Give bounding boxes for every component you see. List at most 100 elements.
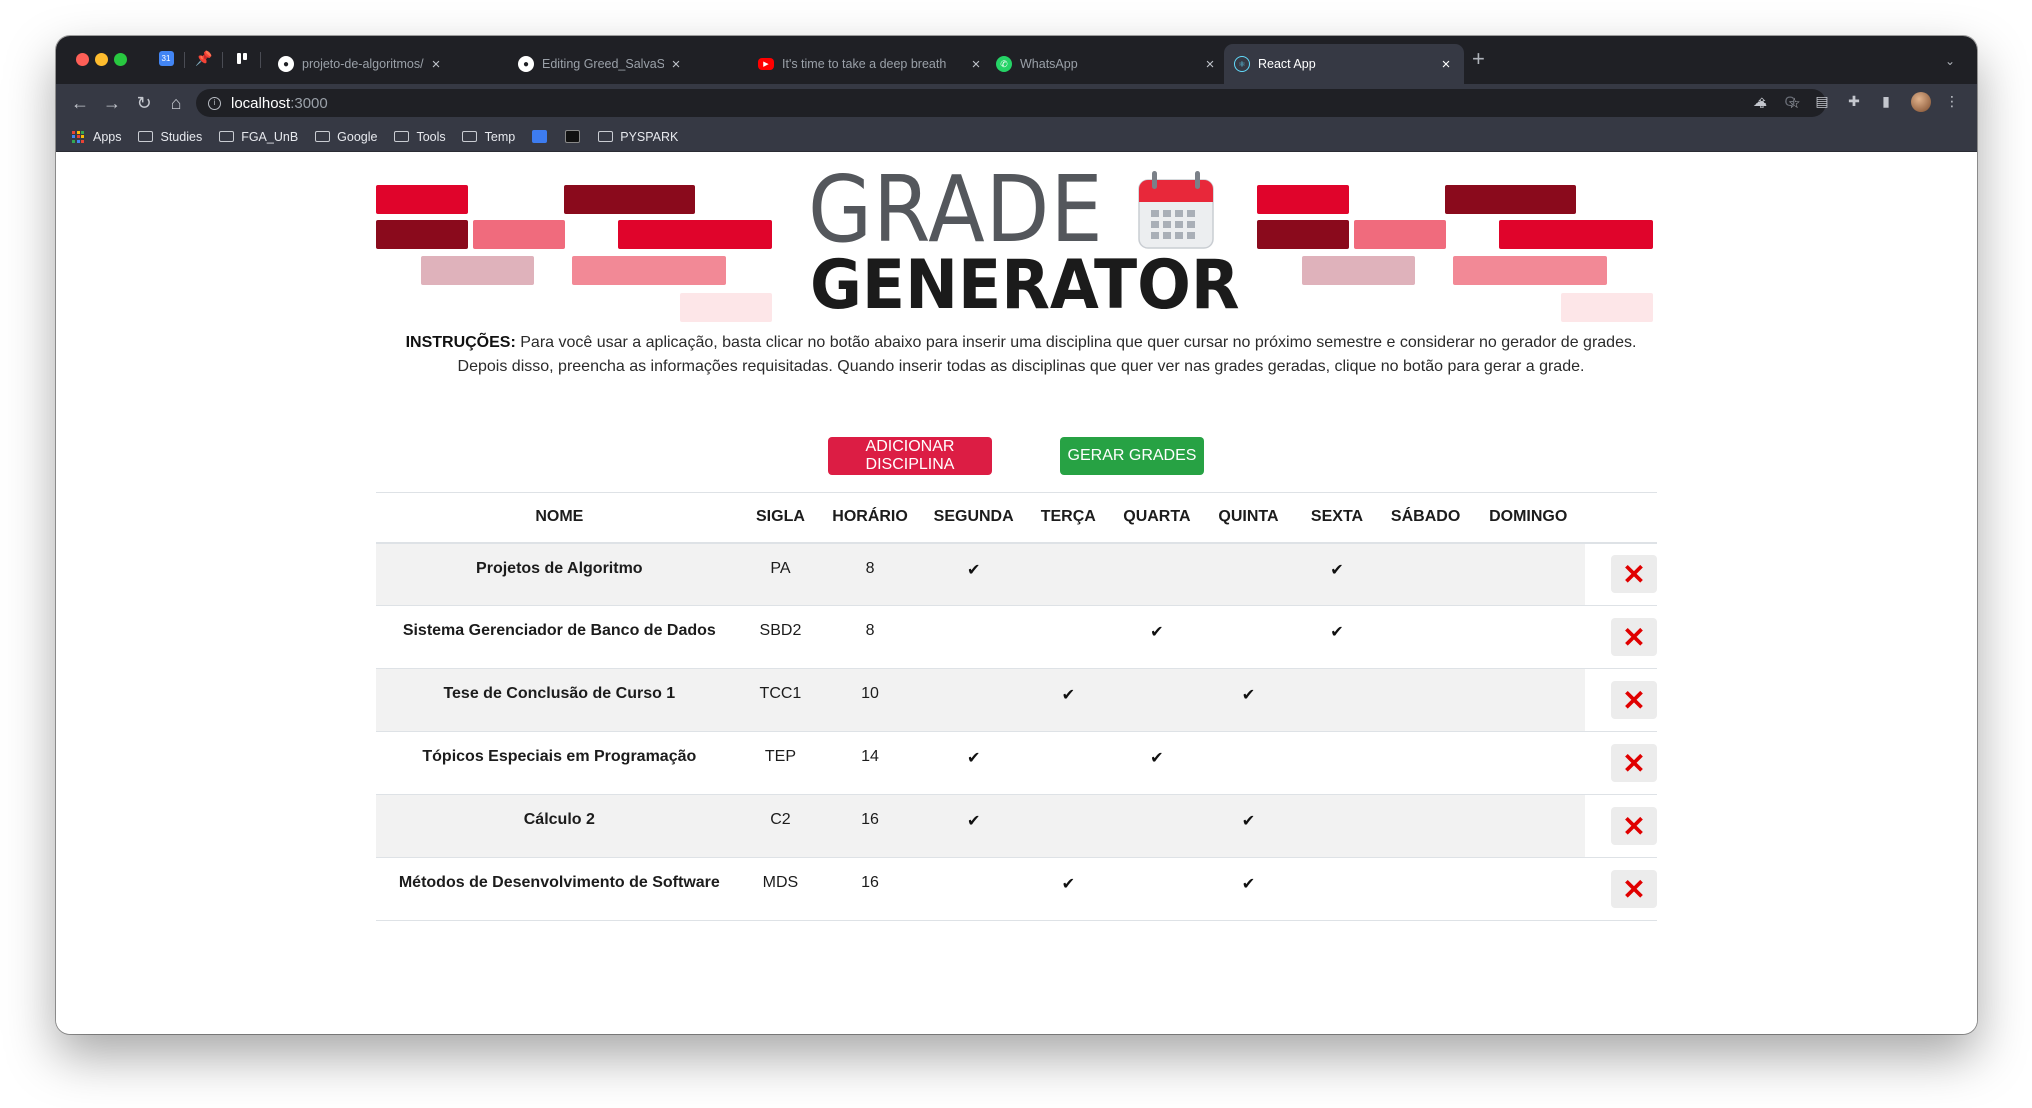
bookmark-label: Tools bbox=[416, 129, 446, 144]
column-header-quinta: QUINTA bbox=[1202, 492, 1295, 544]
bookmark-folder-fga-unb[interactable]: FGA_UnB bbox=[218, 130, 298, 144]
minimize-window-button[interactable] bbox=[95, 53, 108, 66]
reload-icon[interactable]: ↻ bbox=[132, 91, 156, 115]
extensions-puzzle-icon[interactable]: ✚ bbox=[1844, 93, 1864, 113]
bookmark-folder-studies[interactable]: Studies bbox=[138, 129, 203, 144]
bookmark-folder-tools[interactable]: Tools bbox=[393, 129, 446, 144]
bookmark-apps[interactable]: Apps bbox=[70, 130, 122, 144]
tab-title: It's time to take a deep breath bbox=[782, 57, 947, 71]
tab-search-chevron-icon[interactable]: ⌄ bbox=[1945, 54, 1955, 68]
cell-quarta bbox=[1111, 794, 1203, 858]
cell-nome: Projetos de Algoritmo bbox=[376, 542, 743, 606]
forward-arrow-icon[interactable]: → bbox=[100, 91, 124, 115]
delete-discipline-button[interactable]: ✕ bbox=[1610, 681, 1657, 719]
bookmark-label: PYSPARK bbox=[620, 129, 679, 144]
close-tab-icon[interactable]: × bbox=[668, 56, 684, 73]
close-tab-icon[interactable]: × bbox=[1202, 56, 1218, 73]
tab-youtube[interactable]: ▶ It's time to take a deep breath × bbox=[748, 44, 994, 84]
delete-x-icon: ✕ bbox=[1622, 684, 1646, 716]
profile-avatar[interactable] bbox=[1911, 92, 1931, 112]
pinned-tab-pin[interactable]: 📌 bbox=[194, 48, 214, 68]
github-icon: ● bbox=[518, 56, 534, 72]
browser-toolbar: ← → ↻ ⌂ i localhost:3000 ⇪ ☆ ☁ G ▤ ✚ ▮ ⋮ bbox=[56, 84, 1977, 122]
check-icon: ✔ bbox=[1241, 876, 1256, 893]
cell-actions: ✕ bbox=[1584, 542, 1657, 606]
cell-sexta: ✔ bbox=[1294, 605, 1380, 669]
delete-x-icon: ✕ bbox=[1622, 621, 1646, 653]
grade-generator-logo: GRADE GENERATOR bbox=[808, 164, 1278, 322]
bookmark-arrow-site[interactable] bbox=[564, 130, 587, 143]
back-arrow-icon[interactable]: ← bbox=[68, 91, 92, 115]
cell-segunda: ✔ bbox=[921, 794, 1026, 858]
cell-sigla: SBD2 bbox=[742, 605, 819, 669]
bookmark-folder-pyspark[interactable]: PYSPARK bbox=[597, 130, 678, 144]
home-icon[interactable]: ⌂ bbox=[164, 91, 188, 115]
address-host: localhost bbox=[231, 94, 291, 112]
folder-icon bbox=[462, 131, 478, 142]
cell-terca bbox=[1025, 605, 1112, 669]
tab-github-editing[interactable]: ● Editing Greed_SalvaSemestre/ × bbox=[508, 44, 694, 84]
cell-sabado bbox=[1379, 605, 1472, 669]
cell-quinta: ✔ bbox=[1202, 794, 1295, 858]
pinned-tab-trello[interactable] bbox=[232, 48, 252, 68]
cell-actions: ✕ bbox=[1584, 794, 1657, 858]
close-tab-icon[interactable]: × bbox=[1438, 56, 1454, 73]
extension-reader-icon[interactable]: ▤ bbox=[1812, 93, 1832, 113]
delete-discipline-button[interactable]: ✕ bbox=[1610, 870, 1657, 908]
cell-domingo bbox=[1471, 668, 1585, 732]
cell-quinta bbox=[1202, 731, 1295, 795]
delete-x-icon: ✕ bbox=[1622, 558, 1646, 590]
new-tab-icon[interactable]: + bbox=[1472, 48, 1485, 70]
decorative-bricks-left bbox=[376, 185, 772, 323]
side-panel-icon[interactable]: ▮ bbox=[1876, 93, 1896, 113]
extension-grammarly-icon[interactable]: G bbox=[1780, 93, 1800, 113]
cell-domingo bbox=[1471, 605, 1585, 669]
add-discipline-button[interactable]: ADICIONAR DISCIPLINA bbox=[828, 437, 992, 475]
cell-sexta: ✔ bbox=[1294, 542, 1380, 606]
browser-menu-icon[interactable]: ⋮ bbox=[1942, 93, 1962, 113]
cell-horario: 8 bbox=[818, 542, 922, 606]
cell-segunda bbox=[921, 605, 1026, 669]
tab-github-pd-grade[interactable]: ● projeto-de-algoritmos/PD_Gra × bbox=[268, 44, 454, 84]
close-window-button[interactable] bbox=[76, 53, 89, 66]
delete-discipline-button[interactable]: ✕ bbox=[1610, 744, 1657, 782]
bookmark-label: Studies bbox=[160, 129, 203, 144]
bookmarks-bar: Apps Studies FGA_UnB Google Tools Temp P… bbox=[56, 122, 1977, 152]
cell-quarta bbox=[1111, 668, 1203, 732]
folder-icon bbox=[138, 131, 153, 142]
zoom-window-button[interactable] bbox=[114, 53, 127, 66]
cell-sexta bbox=[1294, 731, 1380, 795]
delete-x-icon: ✕ bbox=[1622, 747, 1646, 779]
instructions-line-1: Para você usar a aplicação, basta clicar… bbox=[520, 334, 1637, 351]
close-tab-icon[interactable]: × bbox=[968, 56, 984, 73]
bookmark-label: Apps bbox=[93, 129, 122, 144]
bookmark-folder-google[interactable]: Google bbox=[314, 130, 377, 144]
delete-discipline-button[interactable]: ✕ bbox=[1610, 618, 1657, 656]
tab-whatsapp[interactable]: ✆ WhatsApp × bbox=[986, 44, 1228, 84]
column-header-nome: NOME bbox=[376, 492, 743, 544]
address-bar[interactable]: i localhost:3000 ⇪ ☆ bbox=[196, 89, 1826, 117]
bookmark-chart-site[interactable] bbox=[531, 130, 554, 143]
bookmark-folder-temp[interactable]: Temp bbox=[462, 130, 515, 144]
cell-sabado bbox=[1379, 794, 1472, 858]
youtube-icon: ▶ bbox=[758, 58, 774, 70]
delete-discipline-button[interactable]: ✕ bbox=[1610, 555, 1657, 594]
table-row: Métodos de Desenvolvimento de Software MD… bbox=[376, 857, 1657, 921]
column-header-quarta: QUARTA bbox=[1111, 492, 1203, 544]
cell-quarta: ✔ bbox=[1111, 731, 1203, 795]
close-tab-icon[interactable]: × bbox=[428, 56, 444, 73]
delete-discipline-button[interactable]: ✕ bbox=[1610, 807, 1657, 845]
instructions-line-2: Depois disso, preencha as informações re… bbox=[457, 358, 1585, 375]
cell-horario: 16 bbox=[818, 794, 922, 858]
cell-sigla: MDS bbox=[742, 857, 819, 921]
pinned-tab-calendar[interactable]: 31 bbox=[156, 48, 176, 68]
cell-sexta bbox=[1294, 794, 1380, 858]
check-icon: ✔ bbox=[1330, 624, 1344, 641]
extension-cloud-icon[interactable]: ☁ bbox=[1750, 93, 1770, 113]
page-content: GRADE GENERATOR INSTRUÇÕES: Para você us… bbox=[56, 152, 1977, 1034]
site-info-icon[interactable]: i bbox=[208, 96, 221, 110]
generate-schedules-button[interactable]: GERAR GRADES bbox=[1060, 437, 1204, 475]
tab-react-app[interactable]: ⚛ React App × bbox=[1224, 44, 1464, 84]
bookmark-label: FGA_UnB bbox=[241, 129, 299, 144]
instructions-label: INSTRUÇÕES: bbox=[405, 334, 516, 351]
